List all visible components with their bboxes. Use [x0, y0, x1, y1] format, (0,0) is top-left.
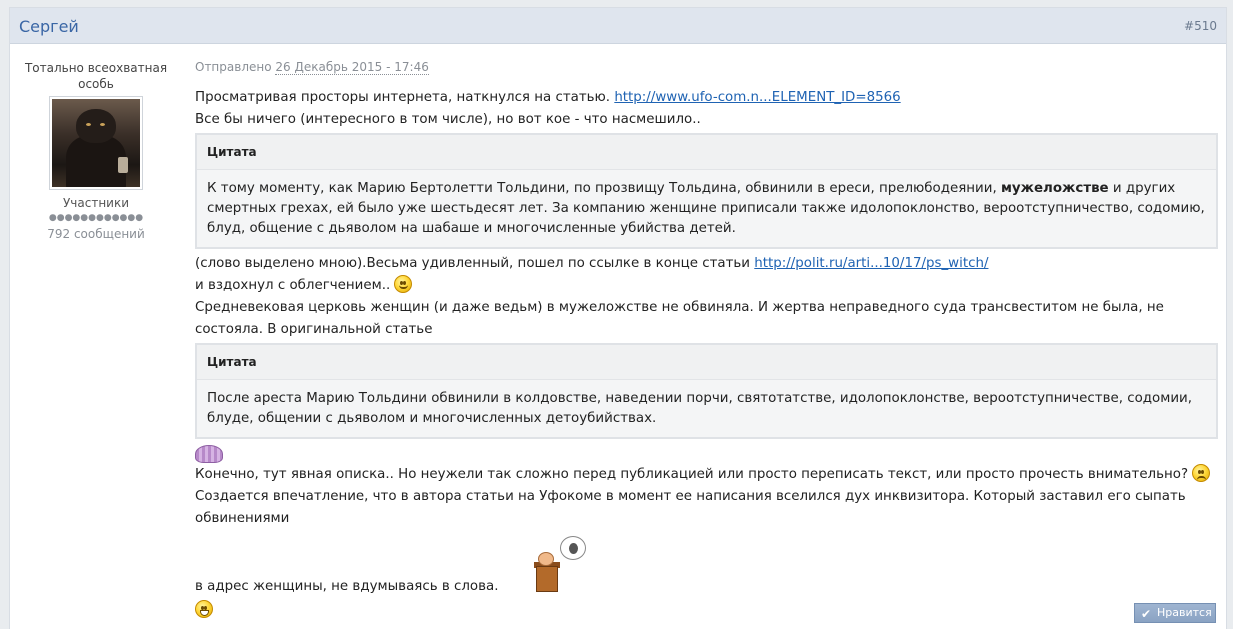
- author-sidebar: Тотально всеохватная особь Участники ●●●…: [10, 44, 182, 241]
- user-title: Тотально всеохватная особь: [24, 61, 168, 91]
- paragraph: (слово выделено мною).Весьма удивленный,…: [195, 253, 1218, 275]
- rank-pips: ●●●●●●●●●●●●: [48, 213, 144, 223]
- meta-prefix: Отправлено: [195, 60, 272, 74]
- paragraph: Просматривая просторы интернета, наткнул…: [195, 87, 1218, 109]
- post-number[interactable]: #510: [1184, 19, 1217, 33]
- text: в адрес женщины, не вдумываясь в слова.: [195, 579, 499, 594]
- text: (слово выделено мною).Весьма удивленный,…: [195, 256, 755, 271]
- post-meta: Отправлено 26 Декабрь 2015 - 17:46: [195, 60, 1218, 75]
- user-group: Участники: [62, 196, 130, 210]
- post-header: Сергей #510: [10, 8, 1226, 44]
- article-link[interactable]: http://www.ufo-com.n...ELEMENT_ID=8566: [614, 90, 900, 105]
- paragraph: Средневековая церковь женщин (и даже вед…: [195, 300, 1164, 337]
- smile-icon: [394, 275, 413, 293]
- quote-bold: мужеложстве: [1000, 181, 1109, 196]
- text: Просматривая просторы интернета, наткнул…: [195, 90, 615, 105]
- quote-body: К тому моменту, как Марию Бертолетти Тол…: [197, 170, 1216, 247]
- paragraph: Создается впечатление, что в автора стат…: [195, 489, 1186, 526]
- post-count: 792 сообщений: [47, 227, 145, 241]
- source-link[interactable]: http://polit.ru/arti...10/17/ps_witch/: [754, 256, 988, 271]
- like-label: Нравится: [1157, 606, 1212, 619]
- sad-icon: [1192, 464, 1211, 482]
- paragraph: [195, 600, 1218, 622]
- text: Конечно, тут явная описка.. Но неужели т…: [195, 467, 1193, 482]
- paragraph: Все бы ничего (интересного в том числе),…: [195, 112, 701, 127]
- brain-icon: [195, 443, 223, 463]
- quote-title: Цитата: [197, 345, 1216, 380]
- author-name[interactable]: Сергей: [19, 17, 79, 36]
- orator-icon: [534, 536, 594, 596]
- quote-text: К тому моменту, как Марию Бертолетти Тол…: [207, 181, 1001, 196]
- quote-title: Цитата: [197, 135, 1216, 170]
- avatar-image: [52, 99, 140, 187]
- paragraph: и вздохнул с облегчением..: [195, 275, 1218, 297]
- post-date: 26 Декабрь 2015 - 17:46: [275, 60, 429, 75]
- paragraph: в адрес женщины, не вдумываясь в слова.: [195, 536, 1218, 598]
- quote-body: После ареста Марию Тольдини обвинили в к…: [207, 391, 1192, 426]
- check-icon: ✔: [1141, 607, 1152, 621]
- quote-block: Цитата После ареста Марию Тольдини обвин…: [195, 343, 1218, 439]
- avatar[interactable]: [49, 96, 143, 190]
- grin-icon: [195, 600, 213, 618]
- like-button[interactable]: ✔ Нравится: [1134, 603, 1216, 623]
- post-content: Отправлено 26 Декабрь 2015 - 17:46 Просм…: [195, 60, 1218, 622]
- forum-post: Сергей #510 Тотально всеохватная особь У…: [9, 7, 1227, 629]
- quote-block: Цитата К тому моменту, как Марию Бертоле…: [195, 133, 1218, 249]
- text: и вздохнул с облегчением..: [195, 278, 395, 293]
- paragraph: Конечно, тут явная описка.. Но неужели т…: [195, 464, 1218, 486]
